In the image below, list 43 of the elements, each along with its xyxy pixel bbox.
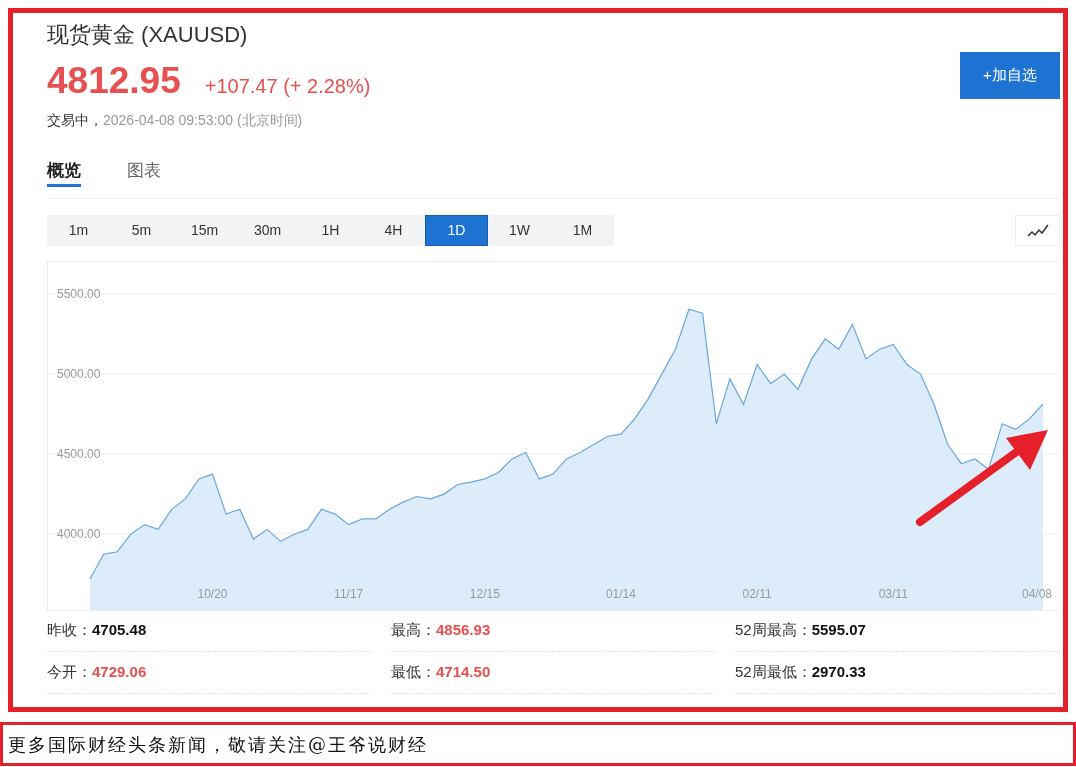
axis-tick-label: 5000.00 bbox=[57, 367, 101, 382]
caption-text: 更多国际财经头条新闻，敬请关注@王爷说财经 bbox=[8, 732, 428, 757]
range-button[interactable]: 1W bbox=[488, 215, 551, 246]
stat-value: 4856.93 bbox=[436, 620, 491, 641]
range-button[interactable]: 1m bbox=[47, 215, 110, 246]
axis-tick-label: 04/08 bbox=[1022, 587, 1052, 601]
stat-label: 52周最低： bbox=[735, 662, 812, 683]
axis-tick-label: 03/11 bbox=[878, 587, 908, 601]
tab[interactable]: 概览 bbox=[47, 157, 81, 187]
stat-value: 5595.07 bbox=[811, 620, 866, 641]
stat-value: 4729.06 bbox=[92, 662, 147, 683]
axis-tick-label: 11/17 bbox=[334, 587, 364, 601]
price-value: 4812.95 bbox=[47, 61, 181, 101]
range-button[interactable]: 5m bbox=[110, 215, 173, 246]
axis-tick-label: 10/20 bbox=[197, 587, 228, 601]
range-button[interactable]: 30m bbox=[236, 215, 299, 246]
range-button[interactable]: 1M bbox=[551, 215, 614, 246]
stat-value: 4705.48 bbox=[92, 620, 147, 641]
axis-tick-label: 4000.00 bbox=[57, 527, 101, 542]
range-button[interactable]: 1H bbox=[299, 215, 362, 246]
stat-value: 2970.33 bbox=[811, 662, 866, 683]
range-button[interactable]: 15m bbox=[173, 215, 236, 246]
instrument-title: 现货黄金 (XAUUSD) bbox=[47, 21, 249, 49]
chart-type-button[interactable] bbox=[1015, 215, 1060, 246]
axis-tick-label: 12/15 bbox=[469, 587, 500, 601]
stat-label: 52周最高： bbox=[735, 620, 812, 641]
timestamp: 2026-04-08 09:53:00 (北京时间) bbox=[103, 110, 303, 130]
range-button[interactable]: 4H bbox=[362, 215, 425, 246]
stat-label: 昨收： bbox=[47, 620, 92, 641]
stat-label: 最高： bbox=[391, 620, 436, 641]
add-watchlist-button[interactable]: +加自选 bbox=[960, 52, 1060, 99]
price-change: +107.47 (+ 2.28%) bbox=[204, 74, 371, 99]
tab[interactable]: 图表 bbox=[127, 157, 161, 187]
range-button[interactable]: 1D bbox=[425, 215, 488, 246]
line-chart-icon bbox=[1026, 223, 1049, 238]
stat-label: 今开： bbox=[47, 662, 92, 683]
stat-label: 最低： bbox=[391, 662, 436, 683]
stat-value: 4714.50 bbox=[436, 662, 491, 683]
axis-tick-label: 4500.00 bbox=[57, 447, 101, 462]
trading-status: 交易中， bbox=[47, 110, 103, 130]
axis-tick-label: 5500.00 bbox=[57, 287, 101, 301]
axis-tick-label: 01/14 bbox=[605, 587, 636, 601]
axis-tick-label: 02/11 bbox=[742, 587, 772, 601]
